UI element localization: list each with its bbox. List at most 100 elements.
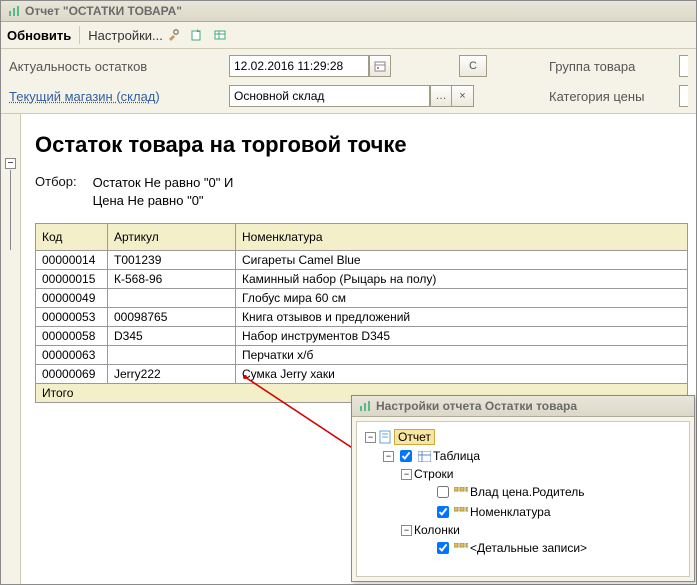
tree-row-table[interactable]: − Таблица xyxy=(361,446,685,466)
filter-label: Отбор: xyxy=(35,174,77,209)
tree-toggle-icon[interactable]: − xyxy=(401,469,412,480)
params-panel: Актуальность остатков С Группа товара Те… xyxy=(1,49,696,114)
group-field-icon xyxy=(454,485,468,499)
chart-icon xyxy=(7,4,21,18)
titlebar: Отчет "ОСТАТКИ ТОВАРА" xyxy=(1,1,696,22)
checkbox[interactable] xyxy=(437,486,449,498)
table-cell: 00000014 xyxy=(36,251,108,270)
table-row[interactable]: 00000063 Перчатки х/б xyxy=(36,346,688,365)
table-icon xyxy=(417,449,431,463)
tree-label-owner-price: Влад цена.Родитель xyxy=(470,485,585,499)
collapse-toggle[interactable]: − xyxy=(5,158,16,169)
outline-line xyxy=(10,170,11,250)
table-cell: Jerry222 xyxy=(108,365,236,384)
store-input[interactable] xyxy=(229,85,430,107)
outline-gutter: − xyxy=(1,114,21,584)
settings-button[interactable]: Настройки... xyxy=(88,27,181,43)
date-input[interactable] xyxy=(229,55,369,77)
tree-label-table: Таблица xyxy=(433,449,480,463)
table-cell: К-568-96 xyxy=(108,270,236,289)
tree-row-nomen[interactable]: Номенклатура xyxy=(361,502,685,522)
store-clear-icon[interactable]: × xyxy=(452,85,474,107)
window-title: Отчет "ОСТАТКИ ТОВАРА" xyxy=(25,4,182,18)
price-cat-input[interactable] xyxy=(679,85,688,107)
store-input-wrap: … × xyxy=(229,85,549,107)
table-cell: Т001239 xyxy=(108,251,236,270)
col-nomen-header[interactable]: Номенклатура xyxy=(236,224,688,251)
filter-row: Отбор: Остаток Не равно "0" И Цена Не ра… xyxy=(35,174,688,209)
tree-row-owner-price[interactable]: Влад цена.Родитель xyxy=(361,482,685,502)
popup-title: Настройки отчета Остатки товара xyxy=(376,399,577,413)
filter-values: Остаток Не равно "0" И Цена Не равно "0" xyxy=(93,174,234,209)
table-cell: 00098765 xyxy=(108,308,236,327)
toolbar: Обновить Настройки... xyxy=(1,22,696,49)
page-icon xyxy=(378,430,392,444)
tree-toggle-icon[interactable]: − xyxy=(401,525,412,536)
table-cell: 00000015 xyxy=(36,270,108,289)
tree-row-rows[interactable]: − Строки xyxy=(361,466,685,482)
export-icon[interactable] xyxy=(189,27,205,43)
wrench-icon xyxy=(165,27,181,43)
tree-row-cols[interactable]: − Колонки xyxy=(361,522,685,538)
table-row[interactable]: 00000015К-568-96Каминный набор (Рыцарь н… xyxy=(36,270,688,289)
date-input-wrap xyxy=(229,55,459,77)
calendar-icon[interactable] xyxy=(369,55,391,77)
col-code-header[interactable]: Код xyxy=(36,224,108,251)
table-cell: 00000069 xyxy=(36,365,108,384)
table-row[interactable]: 00000049 Глобус мира 60 см xyxy=(36,289,688,308)
popup-titlebar: Настройки отчета Остатки товара xyxy=(352,396,694,417)
group-field-icon xyxy=(454,541,468,555)
table-cell: 00000058 xyxy=(36,327,108,346)
store-pick-icon[interactable]: … xyxy=(430,85,452,107)
table-cell xyxy=(108,346,236,365)
table-cell: Набор инструментов D345 xyxy=(236,327,688,346)
chart-icon xyxy=(358,399,372,413)
checkbox[interactable] xyxy=(400,450,412,462)
popup-tree: − Отчет − Таблица − Строки xyxy=(356,421,690,577)
tree-label-detail: <Детальные записи> xyxy=(470,541,587,555)
table-cell: 00000063 xyxy=(36,346,108,365)
tree-label-report: Отчет xyxy=(394,429,435,445)
filter-line: Остаток Не равно "0" И xyxy=(93,174,234,192)
table-cell: Сумка Jerry хаки xyxy=(236,365,688,384)
store-label[interactable]: Текущий магазин (склад) xyxy=(9,89,229,104)
table-cell: Глобус мира 60 см xyxy=(236,289,688,308)
clear-button[interactable]: С xyxy=(459,55,487,77)
table-row[interactable]: 00000058D345Набор инструментов D345 xyxy=(36,327,688,346)
checkbox[interactable] xyxy=(437,506,449,518)
table-cell: Книга отзывов и предложений xyxy=(236,308,688,327)
table-row[interactable]: 00000069Jerry222Сумка Jerry хаки xyxy=(36,365,688,384)
toolbar-separator xyxy=(79,26,80,44)
table-cell xyxy=(108,289,236,308)
export-table-icon[interactable] xyxy=(213,27,229,43)
report-title: Остаток товара на торговой точке xyxy=(35,132,688,158)
filter-line: Цена Не равно "0" xyxy=(93,192,234,210)
table-cell: Каминный набор (Рыцарь на полу) xyxy=(236,270,688,289)
price-cat-label: Категория цены xyxy=(549,89,679,104)
tree-label-cols: Колонки xyxy=(414,523,460,537)
group-label: Группа товара xyxy=(549,59,679,74)
table-cell: Перчатки х/б xyxy=(236,346,688,365)
settings-popup: Настройки отчета Остатки товара − Отчет … xyxy=(351,395,695,582)
table-header-row: Код Артикул Номенклатура xyxy=(36,224,688,251)
btn-c-wrap: С xyxy=(459,55,549,77)
tree-row-detail[interactable]: <Детальные записи> xyxy=(361,538,685,558)
checkbox[interactable] xyxy=(437,542,449,554)
actuality-label: Актуальность остатков xyxy=(9,59,229,74)
group-input-wrap xyxy=(679,55,688,77)
table-cell: Сигареты Camel Blue xyxy=(236,251,688,270)
tree-label-nomen: Номенклатура xyxy=(470,505,551,519)
tree-toggle-icon[interactable]: − xyxy=(365,432,376,443)
col-article-header[interactable]: Артикул xyxy=(108,224,236,251)
tree-toggle-icon[interactable]: − xyxy=(383,451,394,462)
refresh-button[interactable]: Обновить xyxy=(7,28,71,43)
table-cell: 00000053 xyxy=(36,308,108,327)
table-row[interactable]: 0000005300098765Книга отзывов и предложе… xyxy=(36,308,688,327)
group-input[interactable] xyxy=(679,55,688,77)
table-cell: D345 xyxy=(108,327,236,346)
tree-row-report[interactable]: − Отчет xyxy=(361,428,685,446)
data-table: Код Артикул Номенклатура 00000014Т001239… xyxy=(35,223,688,403)
table-row[interactable]: 00000014Т001239Сигареты Camel Blue xyxy=(36,251,688,270)
table-cell: 00000049 xyxy=(36,289,108,308)
tree-label-rows: Строки xyxy=(414,467,453,481)
